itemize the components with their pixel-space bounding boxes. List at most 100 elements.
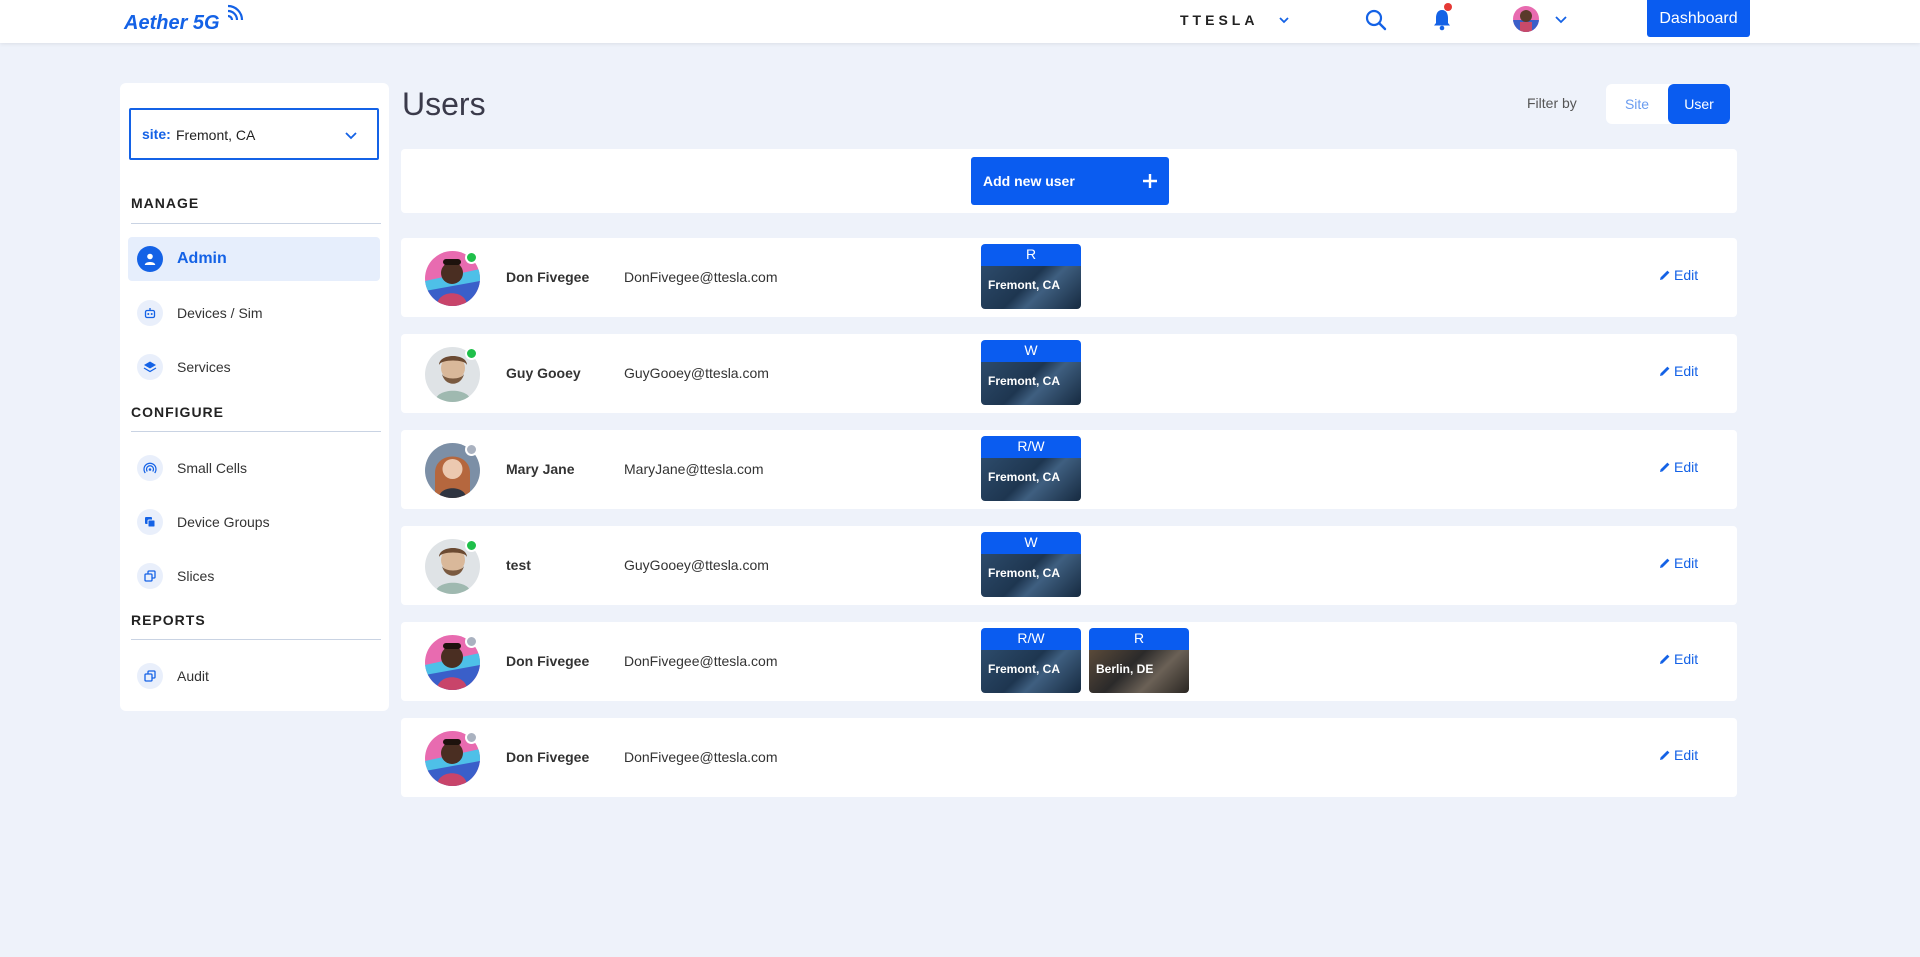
add-user-button[interactable]: Add new user	[971, 157, 1169, 205]
add-user-label: Add new user	[983, 173, 1075, 189]
edit-link[interactable]: Edit	[1659, 267, 1698, 283]
section-title-configure: CONFIGURE	[131, 404, 224, 420]
sidebar-item-admin[interactable]: Admin	[128, 237, 380, 281]
edit-link[interactable]: Edit	[1659, 555, 1698, 571]
divider	[131, 431, 381, 432]
user-avatar[interactable]	[1513, 6, 1539, 32]
site-image: Fremont, CA	[981, 362, 1081, 405]
table-row: Mary Jane MaryJane@ttesla.com R/W Fremon…	[401, 430, 1737, 509]
status-indicator	[465, 251, 478, 264]
chevron-down-icon[interactable]	[1277, 13, 1291, 27]
search-icon[interactable]	[1364, 8, 1388, 32]
user-name: Don Fivegee	[506, 749, 590, 765]
filter-toggle: Site User	[1606, 84, 1730, 124]
site-permission-badge[interactable]: W Fremont, CA	[981, 532, 1081, 597]
table-row: Guy Gooey GuyGooey@ttesla.com W Fremont,…	[401, 334, 1737, 413]
site-selector-value: Fremont, CA	[176, 127, 256, 143]
site-city-label: Fremont, CA	[988, 374, 1060, 388]
edit-label: Edit	[1674, 555, 1699, 571]
user-name: Mary Jane	[506, 461, 575, 477]
edit-link[interactable]: Edit	[1659, 459, 1698, 475]
stack-icon	[137, 563, 163, 589]
person-icon	[137, 246, 163, 272]
pencil-icon	[1660, 558, 1670, 568]
site-city-label: Fremont, CA	[988, 566, 1060, 580]
permission-label: W	[981, 340, 1081, 362]
plus-icon	[1143, 174, 1157, 188]
divider	[131, 223, 381, 224]
add-user-card: Add new user	[401, 149, 1737, 213]
user-email: DonFivegee@ttesla.com	[624, 653, 778, 669]
sidebar: site: Fremont, CA MANAGE Admin Devices /…	[120, 83, 389, 711]
pencil-icon	[1660, 366, 1670, 376]
site-badges: R/W Fremont, CA	[981, 436, 1081, 501]
filter-user-button[interactable]: User	[1668, 84, 1730, 124]
page-title: Users	[402, 86, 486, 122]
user-name: Don Fivegee	[506, 653, 590, 669]
site-selector[interactable]: site: Fremont, CA	[129, 108, 379, 160]
sidebar-item-device-groups[interactable]: Device Groups	[128, 500, 380, 544]
edit-label: Edit	[1674, 747, 1699, 763]
stack-icon	[137, 663, 163, 689]
user-email: GuyGooey@ttesla.com	[624, 365, 769, 381]
table-row: Don Fivegee DonFivegee@ttesla.com R Frem…	[401, 238, 1737, 317]
site-permission-badge[interactable]: W Fremont, CA	[981, 340, 1081, 405]
signal-icon	[137, 455, 163, 481]
chevron-down-icon[interactable]	[1553, 11, 1569, 27]
status-indicator	[465, 443, 478, 456]
sidebar-item-audit[interactable]: Audit	[128, 654, 380, 698]
pencil-icon	[1660, 654, 1670, 664]
site-permission-badge[interactable]: R/W Fremont, CA	[981, 436, 1081, 501]
user-email: DonFivegee@ttesla.com	[624, 269, 778, 285]
sidebar-item-services[interactable]: Services	[128, 345, 380, 389]
pencil-icon	[1660, 462, 1670, 472]
site-image: Fremont, CA	[981, 650, 1081, 693]
table-row: Don Fivegee DonFivegee@ttesla.com Edit	[401, 718, 1737, 797]
dashboard-button[interactable]: Dashboard	[1647, 0, 1750, 37]
edit-link[interactable]: Edit	[1659, 747, 1698, 763]
sidebar-item-label: Slices	[177, 568, 215, 584]
site-permission-badge[interactable]: R/W Fremont, CA	[981, 628, 1081, 693]
pencil-icon	[1660, 270, 1670, 280]
table-row: Don Fivegee DonFivegee@ttesla.com R/W Fr…	[401, 622, 1737, 701]
top-bar: Aether 5G TTESLA Dashboard	[0, 0, 1920, 43]
sidebar-item-label: Admin	[177, 250, 227, 267]
filter-label: Filter by	[1527, 95, 1577, 111]
site-image: Fremont, CA	[981, 554, 1081, 597]
status-indicator	[465, 539, 478, 552]
section-title-reports: REPORTS	[131, 612, 206, 628]
site-permission-badge[interactable]: R Berlin, DE	[1089, 628, 1189, 693]
user-name: test	[506, 557, 531, 573]
site-selector-label: site:	[142, 126, 171, 142]
site-permission-badge[interactable]: R Fremont, CA	[981, 244, 1081, 309]
status-indicator	[465, 347, 478, 360]
chevron-down-icon	[345, 132, 357, 140]
table-row: test GuyGooey@ttesla.com W Fremont, CA E…	[401, 526, 1737, 605]
divider	[131, 639, 381, 640]
copy-icon	[137, 509, 163, 535]
permission-label: R	[981, 244, 1081, 266]
edit-link[interactable]: Edit	[1659, 363, 1698, 379]
site-city-label: Berlin, DE	[1096, 662, 1154, 676]
sidebar-item-devices-sim[interactable]: Devices / Sim	[128, 291, 380, 335]
site-city-label: Fremont, CA	[988, 470, 1060, 484]
site-image: Berlin, DE	[1089, 650, 1189, 693]
status-indicator	[465, 731, 478, 744]
sidebar-item-label: Device Groups	[177, 514, 270, 530]
app-logo[interactable]: Aether 5G	[124, 12, 220, 35]
user-email: DonFivegee@ttesla.com	[624, 749, 778, 765]
sidebar-item-small-cells[interactable]: Small Cells	[128, 446, 380, 490]
sidebar-item-label: Audit	[177, 668, 209, 684]
user-name: Don Fivegee	[506, 269, 590, 285]
sidebar-item-slices[interactable]: Slices	[128, 554, 380, 598]
edit-link[interactable]: Edit	[1659, 651, 1698, 667]
robot-icon	[137, 300, 163, 326]
sidebar-item-label: Services	[177, 359, 231, 375]
filter-site-button[interactable]: Site	[1606, 84, 1668, 124]
edit-label: Edit	[1674, 363, 1699, 379]
org-switcher-label[interactable]: TTESLA	[1180, 12, 1258, 28]
notification-badge	[1444, 3, 1452, 11]
sidebar-item-label: Small Cells	[177, 460, 248, 476]
site-badges: W Fremont, CA	[981, 340, 1081, 405]
site-image: Fremont, CA	[981, 458, 1081, 501]
